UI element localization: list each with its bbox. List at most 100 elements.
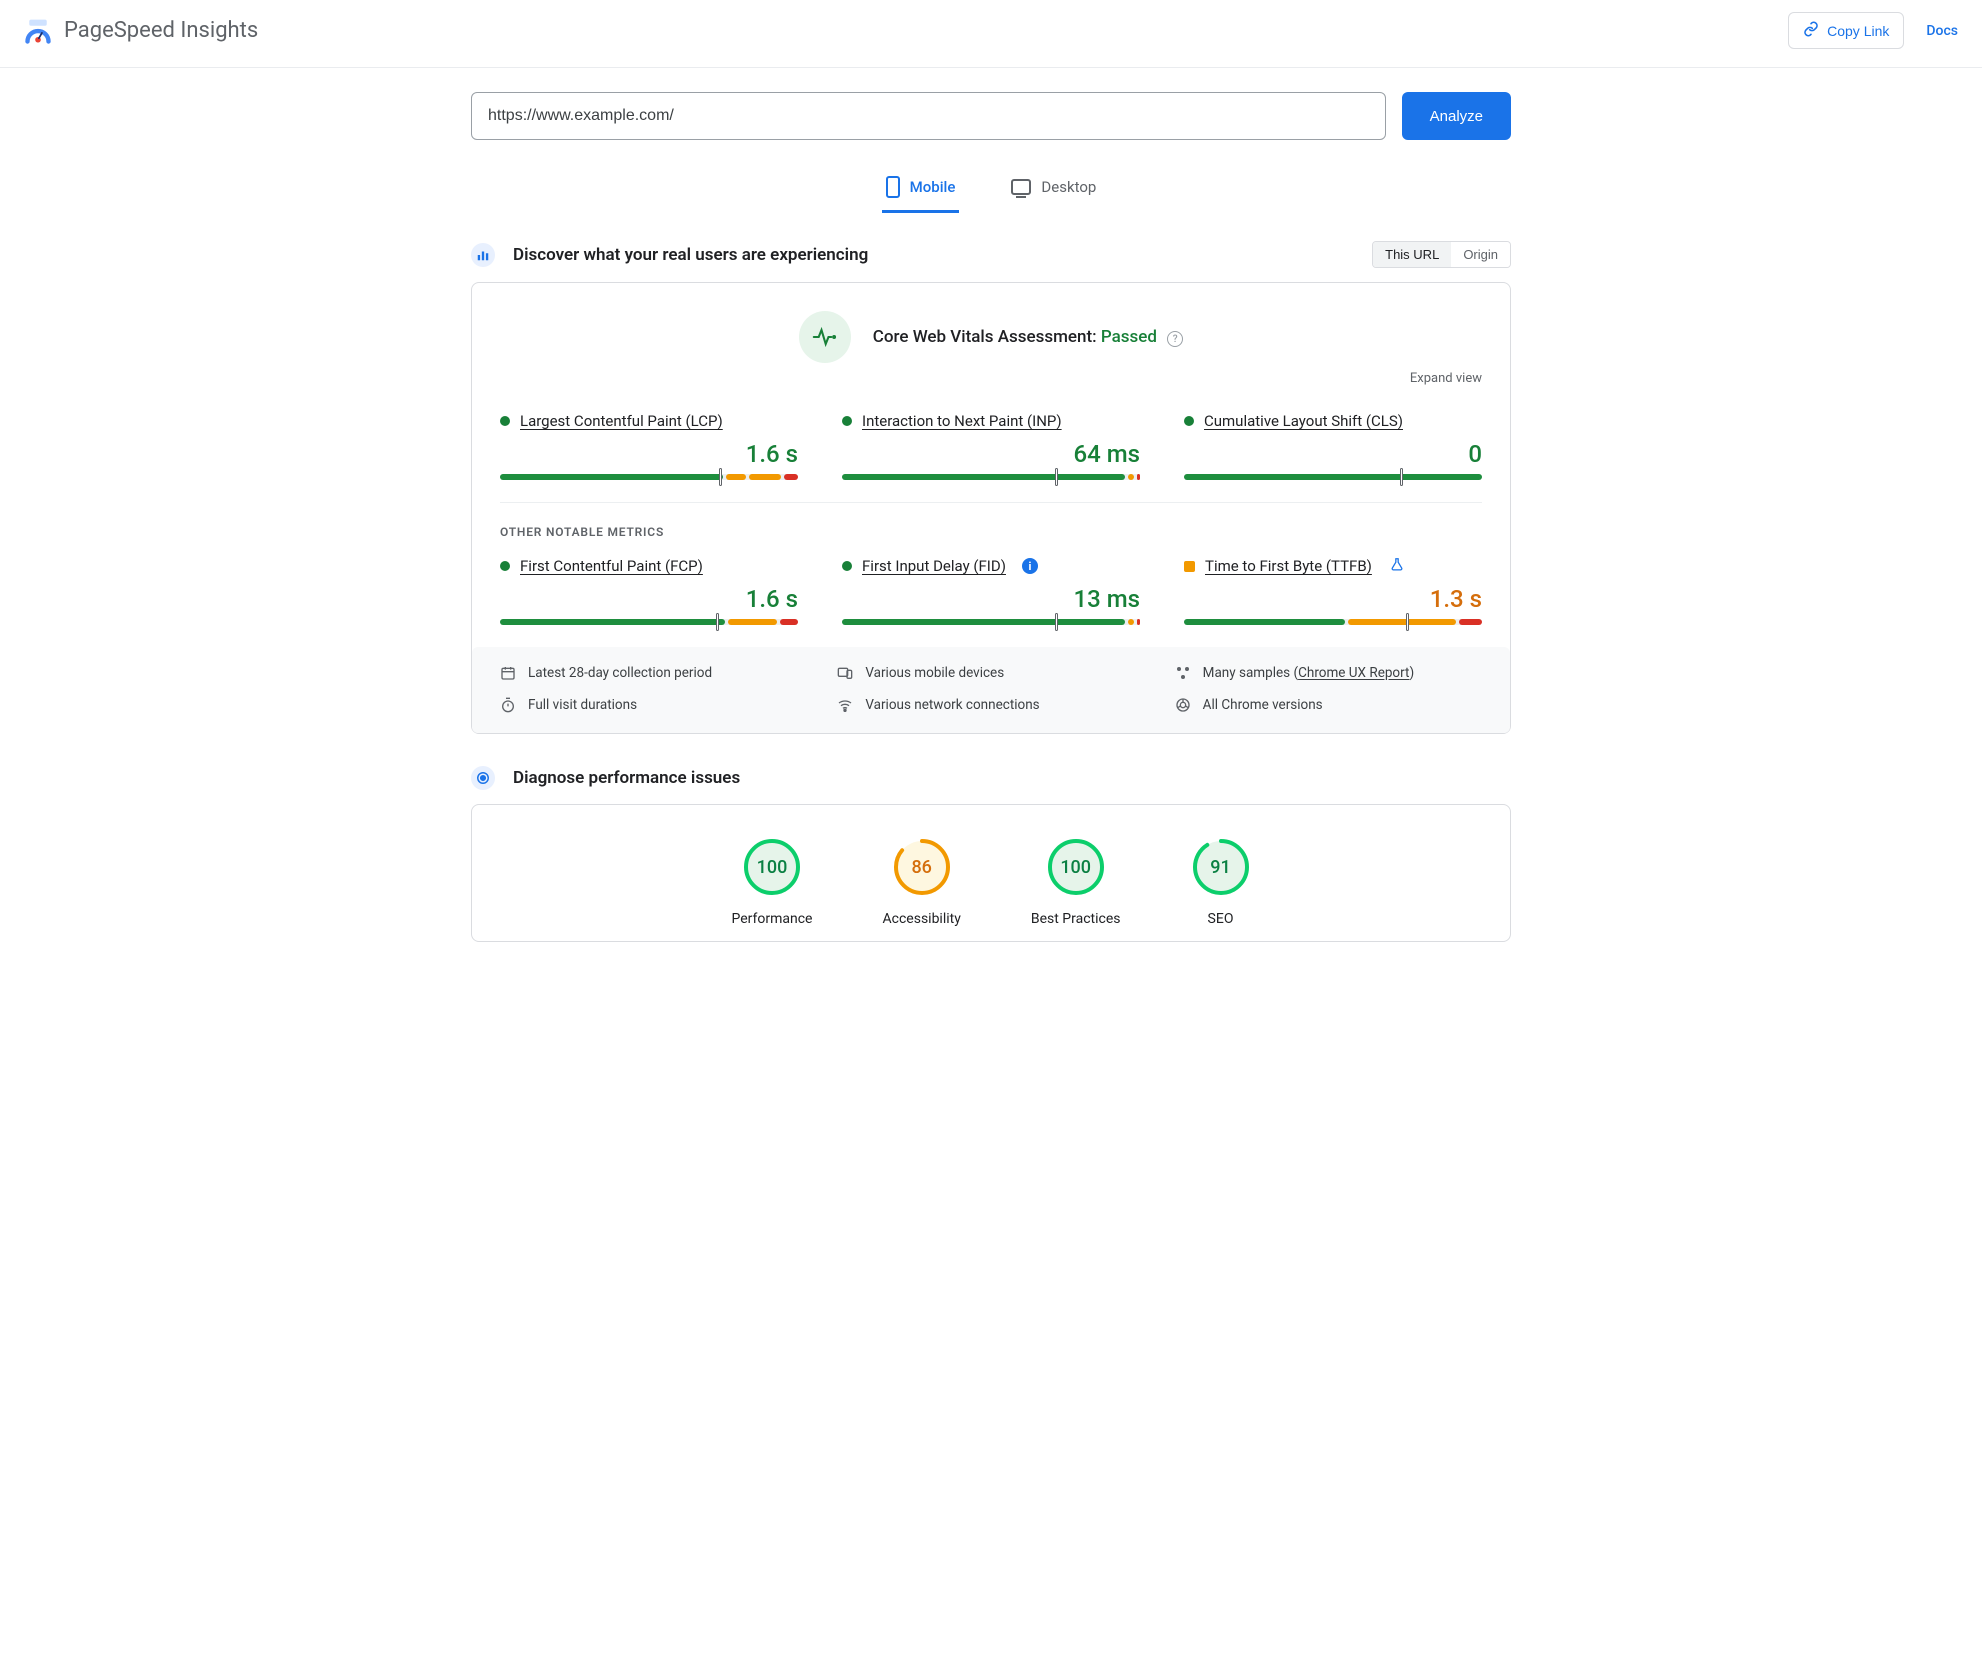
metric-name[interactable]: First Contentful Paint (FCP) xyxy=(520,557,703,575)
tab-mobile[interactable]: Mobile xyxy=(882,168,960,213)
copy-link-button[interactable]: Copy Link xyxy=(1788,12,1904,49)
analyze-button[interactable]: Analyze xyxy=(1402,92,1511,140)
distribution-bar xyxy=(500,619,798,625)
status-dot-icon xyxy=(1184,416,1194,426)
cwv-label: Core Web Vitals Assessment: xyxy=(873,327,1101,347)
wifi-icon xyxy=(837,697,853,713)
score-label: Accessibility xyxy=(883,911,961,927)
field-data-card: Core Web Vitals Assessment: Passed ? Exp… xyxy=(471,282,1511,734)
distribution-bar xyxy=(842,474,1140,480)
app-header: PageSpeed Insights Copy Link Docs xyxy=(0,0,1982,68)
meta-period-text: Latest 28-day collection period xyxy=(528,665,712,681)
field-meta: Latest 28-day collection period Various … xyxy=(472,647,1510,733)
bar-segment xyxy=(500,619,725,625)
metric-name[interactable]: Cumulative Layout Shift (CLS) xyxy=(1204,412,1403,430)
metric-name[interactable]: First Input Delay (FID) xyxy=(862,557,1006,575)
distribution-bar xyxy=(842,619,1140,625)
bar-segment xyxy=(780,619,798,625)
bar-segment xyxy=(1137,619,1140,625)
url-row: Analyze xyxy=(471,92,1511,140)
stopwatch-icon xyxy=(500,697,516,713)
docs-link[interactable]: Docs xyxy=(1926,23,1958,39)
chart-icon xyxy=(471,243,495,267)
other-metrics-grid: First Contentful Paint (FCP)1.6 sFirst I… xyxy=(500,553,1482,647)
scope-this-url[interactable]: This URL xyxy=(1373,242,1451,267)
metric-value: 13 ms xyxy=(842,585,1140,613)
discover-header: Discover what your real users are experi… xyxy=(471,241,1511,268)
gauge-icon: 91 xyxy=(1191,837,1251,897)
experimental-icon xyxy=(1390,557,1404,575)
expand-view-link[interactable]: Expand view xyxy=(500,371,1482,386)
header-left: PageSpeed Insights xyxy=(24,17,258,45)
scope-origin[interactable]: Origin xyxy=(1451,242,1510,267)
metric-value: 1.6 s xyxy=(500,440,798,468)
bar-segment xyxy=(1459,619,1482,625)
bar-segment xyxy=(728,619,778,625)
bar-segment xyxy=(1137,474,1140,480)
metric-value: 0 xyxy=(1184,440,1482,468)
score-gauge[interactable]: 91SEO xyxy=(1191,837,1251,927)
samples-icon xyxy=(1175,665,1191,681)
score-label: Best Practices xyxy=(1031,911,1121,927)
score-gauges: 100 Performance 86 Accessibility 100Best Pra… xyxy=(500,837,1482,927)
cwv-status: Passed xyxy=(1101,327,1157,347)
header-right: Copy Link Docs xyxy=(1788,12,1958,49)
meta-samples-pre: Many samples ( xyxy=(1203,665,1298,681)
chrome-icon xyxy=(1175,697,1191,713)
metric-name[interactable]: Time to First Byte (TTFB) xyxy=(1205,557,1372,575)
score-gauge[interactable]: 86 Accessibility xyxy=(883,837,961,927)
score-gauge[interactable]: 100Best Practices xyxy=(1031,837,1121,927)
info-icon[interactable]: i xyxy=(1022,558,1038,574)
gauge-icon: 100 xyxy=(742,837,802,897)
url-input[interactable] xyxy=(471,92,1386,140)
link-icon xyxy=(1803,21,1819,40)
tab-mobile-label: Mobile xyxy=(910,178,956,196)
bar-segment xyxy=(842,619,1125,625)
diagnose-header: Diagnose performance issues xyxy=(471,766,1511,790)
metric-item: Cumulative Layout Shift (CLS) 0 xyxy=(1184,408,1482,480)
meta-network-text: Various network connections xyxy=(865,697,1039,713)
bar-segment xyxy=(726,474,746,480)
bar-segment xyxy=(500,474,723,480)
score-gauge[interactable]: 100 Performance xyxy=(732,837,813,927)
bar-segment xyxy=(1184,619,1345,625)
help-icon[interactable]: ? xyxy=(1167,331,1183,347)
vitals-icon xyxy=(799,311,851,363)
bar-segment xyxy=(1128,619,1134,625)
scope-toggle: This URL Origin xyxy=(1372,241,1511,268)
main-container: Analyze Mobile Desktop Discover what you… xyxy=(451,68,1531,982)
other-metrics-heading: OTHER NOTABLE METRICS xyxy=(500,525,1482,539)
meta-versions-text: All Chrome versions xyxy=(1203,697,1323,713)
bar-segment xyxy=(1128,474,1134,480)
status-dot-icon xyxy=(500,416,510,426)
app-title: PageSpeed Insights xyxy=(64,18,258,43)
status-dot-icon xyxy=(500,561,510,571)
metric-item: First Input Delay (FID) i 13 ms xyxy=(842,553,1140,625)
target-icon xyxy=(471,766,495,790)
mobile-icon xyxy=(886,176,900,198)
bar-segment xyxy=(842,474,1125,480)
percentile-marker-icon xyxy=(1400,468,1403,486)
gauge-value: 100 xyxy=(742,837,802,897)
status-dot-icon xyxy=(842,561,852,571)
device-tabs: Mobile Desktop xyxy=(471,168,1511,213)
percentile-marker-icon xyxy=(1055,468,1058,486)
bar-segment xyxy=(1184,474,1482,480)
crux-link[interactable]: Chrome UX Report xyxy=(1298,665,1409,681)
cwv-text: Core Web Vitals Assessment: Passed ? xyxy=(873,327,1183,348)
metric-name[interactable]: Interaction to Next Paint (INP) xyxy=(862,412,1062,430)
meta-versions: All Chrome versions xyxy=(1175,697,1482,713)
meta-devices: Various mobile devices xyxy=(837,665,1144,681)
metric-name[interactable]: Largest Contentful Paint (LCP) xyxy=(520,412,723,430)
metric-item: Interaction to Next Paint (INP)64 ms xyxy=(842,408,1140,480)
meta-samples-post: ) xyxy=(1409,665,1414,681)
tab-desktop[interactable]: Desktop xyxy=(1007,168,1100,213)
core-metrics-grid: Largest Contentful Paint (LCP) 1.6 s Inter… xyxy=(500,408,1482,503)
percentile-marker-icon xyxy=(1406,613,1409,631)
meta-period: Latest 28-day collection period xyxy=(500,665,807,681)
status-dot-icon xyxy=(842,416,852,426)
score-label: Performance xyxy=(732,911,813,927)
bar-segment xyxy=(1348,619,1456,625)
bar-segment xyxy=(749,474,781,480)
gauge-value: 86 xyxy=(892,837,952,897)
